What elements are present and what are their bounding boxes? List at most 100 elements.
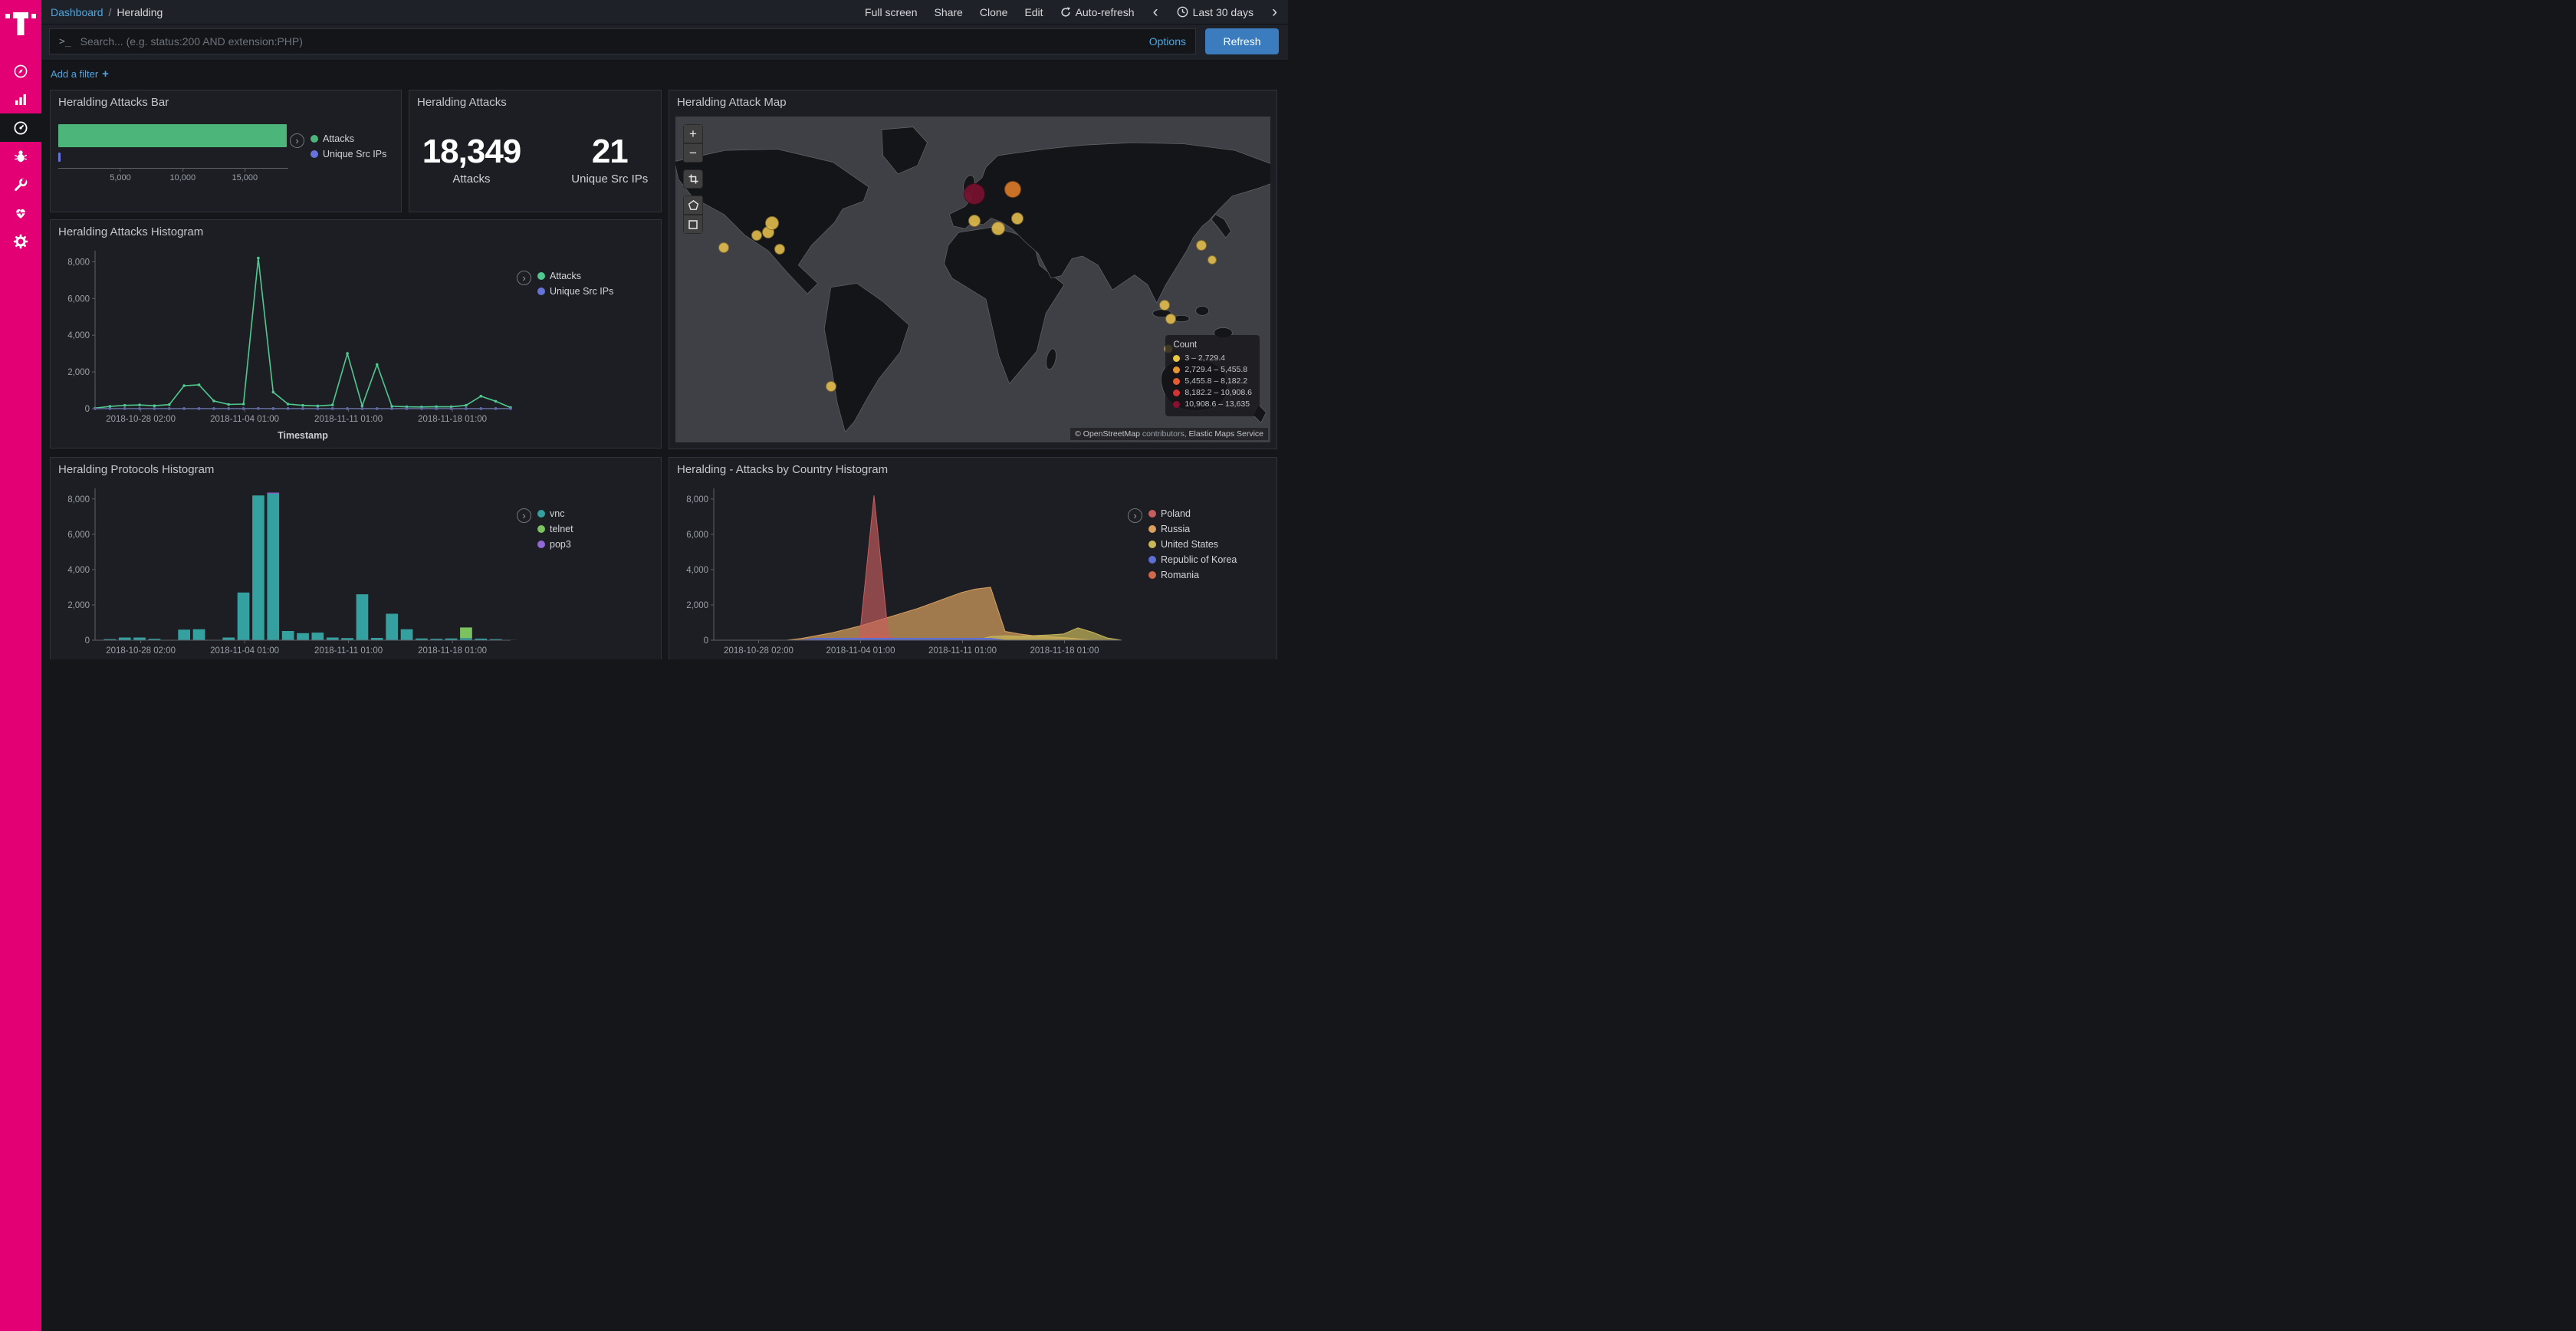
osm-attribution-link[interactable]: © OpenStreetMap — [1075, 429, 1140, 439]
x-axis: 5,00010,00015,000 — [58, 168, 288, 188]
ems-attribution-link[interactable]: Elastic Maps Service — [1189, 429, 1263, 439]
legend-item-vnc[interactable]: vnc — [537, 508, 573, 519]
sidebar-item-discover[interactable] — [0, 57, 41, 85]
zoom-out-button[interactable]: − — [683, 143, 703, 163]
breadcrumb-current: Heralding — [117, 6, 163, 18]
legend-toggle[interactable]: › — [1128, 508, 1142, 523]
attack-location-marker[interactable] — [774, 244, 785, 255]
panel-title[interactable]: Heralding Attacks — [409, 90, 661, 113]
attack-location-marker[interactable] — [1208, 255, 1217, 265]
legend-toggle[interactable]: › — [290, 133, 304, 148]
refresh-icon — [1060, 7, 1071, 18]
crop-tool-button[interactable] — [683, 169, 703, 189]
gear-icon — [13, 234, 28, 249]
panel-title[interactable]: Heralding Protocols Histogram — [51, 458, 661, 481]
full-screen-button[interactable]: Full screen — [865, 6, 917, 18]
legend-dot — [1148, 541, 1156, 548]
sidebar-item-visualize[interactable] — [0, 85, 41, 113]
auto-refresh-button[interactable]: Auto-refresh — [1060, 6, 1135, 18]
map-legend-title: Count — [1173, 340, 1252, 350]
attack-location-marker[interactable] — [1159, 300, 1170, 311]
map-controls: + − — [683, 124, 703, 241]
options-link[interactable]: Options — [1149, 35, 1186, 48]
query-bar: >_ Options Refresh — [41, 25, 1288, 61]
bar-attacks[interactable] — [58, 124, 287, 147]
legend-toggle[interactable]: › — [517, 271, 531, 285]
attack-location-marker[interactable] — [991, 222, 1005, 235]
legend-item-telnet[interactable]: telnet — [537, 524, 573, 534]
telekom-logo — [0, 0, 41, 46]
legend-item-attacks[interactable]: Attacks — [537, 271, 613, 281]
panel-title[interactable]: Heralding Attack Map — [669, 90, 1276, 113]
attack-location-marker[interactable] — [964, 183, 985, 205]
attack-location-marker[interactable] — [826, 381, 836, 392]
attack-location-marker[interactable] — [1004, 181, 1021, 198]
draw-polygon-button[interactable] — [683, 196, 703, 215]
legend-item-unique-src-ips[interactable]: Unique Src IPs — [310, 149, 386, 159]
metric-label: Attacks — [422, 173, 521, 186]
legend-item-attacks[interactable]: Attacks — [310, 133, 386, 144]
add-filter-link[interactable]: Add a filter + — [51, 67, 109, 81]
map-legend-row: 5,455.8 – 8,182.2 — [1173, 376, 1252, 386]
svg-text:2018-10-28 02:00: 2018-10-28 02:00 — [106, 415, 176, 424]
legend-item-united-states[interactable]: United States — [1148, 539, 1237, 550]
legend-dot — [1148, 510, 1156, 518]
svg-text:4,000: 4,000 — [686, 566, 708, 575]
attacks-bar-chart: 5,00010,00015,000 — [58, 124, 288, 188]
attacks-histogram-chart: 02,0004,0006,0008,0002018-10-28 02:00201… — [57, 243, 517, 442]
legend-item-pop3[interactable]: pop3 — [537, 539, 573, 550]
attack-location-marker[interactable] — [751, 230, 762, 241]
legend-item-poland[interactable]: Poland — [1148, 508, 1237, 519]
svg-text:6,000: 6,000 — [67, 531, 90, 540]
clone-button[interactable]: Clone — [980, 6, 1008, 18]
search-input[interactable] — [79, 35, 1142, 48]
sidebar-item-dev-tools[interactable] — [0, 170, 41, 199]
legend-item-russia[interactable]: Russia — [1148, 524, 1237, 534]
search-input-container: >_ Options — [49, 28, 1196, 54]
sidebar-item-threat-intel[interactable] — [0, 142, 41, 170]
share-button[interactable]: Share — [934, 6, 962, 18]
metric-value: 18,349 — [422, 133, 521, 171]
sidebar-item-monitoring[interactable] — [0, 199, 41, 227]
attack-location-marker[interactable] — [718, 242, 729, 253]
legend-toggle[interactable]: › — [517, 508, 531, 523]
polygon-icon — [688, 200, 698, 210]
metric-attacks: 18,349 Attacks — [422, 133, 521, 186]
world-map[interactable]: + − — [675, 117, 1270, 442]
svg-text:0: 0 — [85, 636, 90, 646]
metric-label: Unique Src IPs — [571, 173, 648, 186]
attack-location-marker[interactable] — [968, 215, 981, 227]
legend-item-unique-src-ips[interactable]: Unique Src IPs — [537, 286, 613, 297]
protocols-histogram-chart: 02,0004,0006,0008,0002018-10-28 02:00201… — [57, 481, 517, 659]
time-back-button[interactable]: ‹ — [1152, 5, 1160, 19]
panel-attacks-metric: Heralding Attacks 18,349 Attacks 21 Uniq… — [409, 90, 662, 212]
svg-text:2018-11-04 01:00: 2018-11-04 01:00 — [210, 646, 279, 656]
legend-item-republic-of-korea[interactable]: Republic of Korea — [1148, 554, 1237, 565]
sidebar-item-dashboard[interactable] — [0, 113, 41, 142]
bar-unique-src-ips[interactable] — [58, 153, 61, 162]
attack-location-marker[interactable] — [765, 216, 779, 230]
svg-text:2018-11-11 01:00: 2018-11-11 01:00 — [314, 646, 383, 656]
time-forward-button[interactable]: › — [1270, 5, 1279, 19]
panel-title[interactable]: Heralding - Attacks by Country Histogram — [669, 458, 1276, 481]
chart-legend: › Poland Russia United States Republic of K… — [1128, 508, 1237, 659]
legend-dot — [537, 272, 545, 280]
edit-button[interactable]: Edit — [1024, 6, 1043, 18]
attack-location-marker[interactable] — [1165, 314, 1176, 324]
breadcrumb-dashboard-link[interactable]: Dashboard — [51, 6, 104, 18]
panel-title[interactable]: Heralding Attacks Bar — [51, 90, 401, 113]
svg-text:2,000: 2,000 — [686, 601, 708, 610]
plus-icon: + — [102, 67, 109, 81]
legend-dot — [310, 135, 318, 143]
sidebar-item-management[interactable] — [0, 227, 41, 255]
crop-icon — [688, 174, 698, 184]
gauge-icon — [13, 120, 28, 136]
zoom-in-button[interactable]: + — [683, 124, 703, 143]
legend-item-romania[interactable]: Romania — [1148, 570, 1237, 580]
panel-title[interactable]: Heralding Attacks Histogram — [51, 220, 661, 243]
refresh-button[interactable]: Refresh — [1205, 28, 1279, 54]
time-range-button[interactable]: Last 30 days — [1177, 6, 1254, 18]
attack-location-marker[interactable] — [1011, 212, 1024, 225]
attack-location-marker[interactable] — [1196, 240, 1207, 251]
draw-rectangle-button[interactable] — [683, 215, 703, 234]
